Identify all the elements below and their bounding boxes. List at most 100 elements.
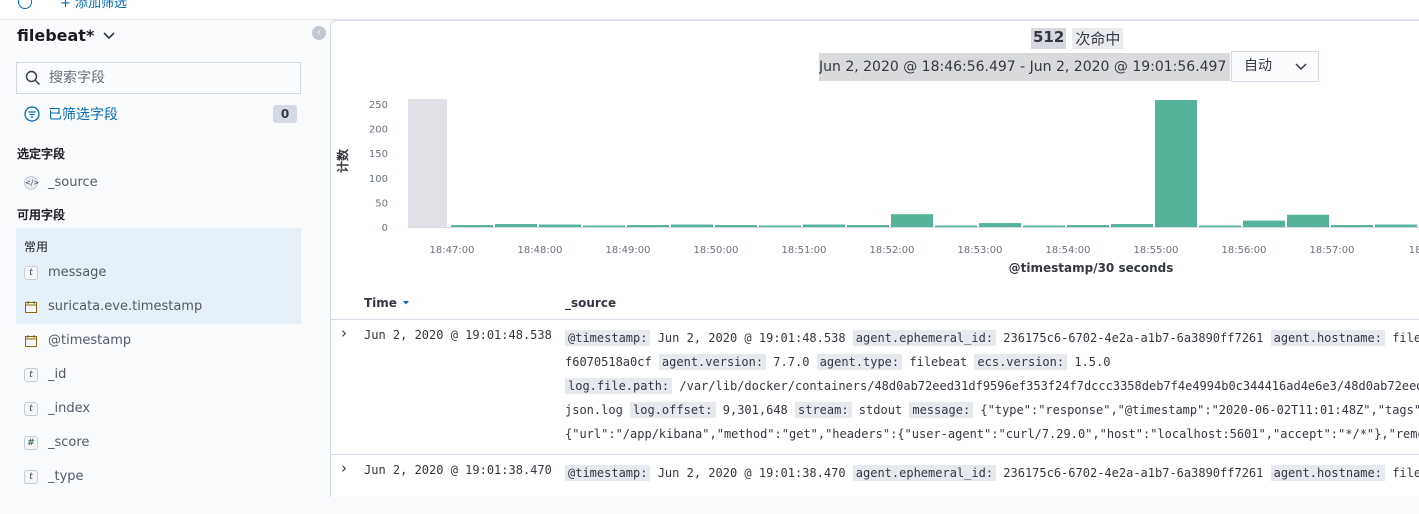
- index-pattern-label[interactable]: filebeat*: [17, 26, 94, 45]
- selected-fields-title: 选定字段: [17, 147, 66, 161]
- histogram-bar[interactable]: [583, 225, 625, 227]
- histogram-bar[interactable]: [847, 225, 889, 227]
- field-item-message[interactable]: t message: [24, 265, 106, 280]
- histogram-bar[interactable]: [935, 225, 977, 227]
- histogram-bar[interactable]: [1067, 225, 1109, 227]
- field-item-suricata-timestamp[interactable]: suricata.eve.timestamp: [24, 299, 202, 314]
- source-field-key: stream:: [795, 402, 852, 418]
- histogram-bar[interactable]: [1331, 225, 1373, 227]
- row-timestamp: Jun 2, 2020 @ 19:01:38.470: [364, 463, 552, 477]
- add-filter-label[interactable]: + 添加筛选: [60, 0, 127, 11]
- histogram-bar[interactable]: [715, 225, 757, 227]
- histogram-bar[interactable]: [759, 225, 801, 227]
- y-tick-label: 150: [369, 149, 388, 160]
- filter-options-icon[interactable]: [18, 0, 32, 9]
- x-tick-label: 18:57:00: [1310, 245, 1355, 256]
- string-type-icon: t: [24, 401, 38, 416]
- filtered-fields-toggle[interactable]: 已筛选字段: [24, 104, 118, 124]
- field-name[interactable]: _id: [48, 367, 66, 382]
- field-name[interactable]: _score: [48, 435, 89, 450]
- add-filter-link[interactable]: + 添加筛选: [18, 0, 127, 11]
- field-name[interactable]: message: [48, 265, 106, 280]
- field-name[interactable]: _index: [48, 401, 90, 416]
- source-field-key: @timestamp:: [565, 465, 651, 481]
- common-fields-title: 常用: [24, 240, 49, 254]
- histogram-bar[interactable]: [1243, 220, 1285, 227]
- histogram-bar[interactable]: [671, 224, 713, 227]
- histogram-bar[interactable]: [539, 224, 581, 227]
- histogram-bar[interactable]: [451, 225, 493, 227]
- source-line: {"url":"/app/kibana","method":"get","hea…: [565, 422, 1419, 446]
- chevron-down-icon[interactable]: [102, 31, 116, 41]
- source-field-value: 236175c6-6702-4e2a-a1b7-6a3890ff7261: [996, 331, 1271, 345]
- field-item-type[interactable]: t _type: [24, 469, 84, 484]
- field-item-score[interactable]: # _score: [24, 435, 89, 450]
- x-tick-label: 18:49:00: [606, 245, 651, 256]
- search-icon: [25, 70, 40, 85]
- field-name[interactable]: _type: [48, 469, 84, 484]
- index-pattern-selector[interactable]: filebeat*: [17, 26, 116, 45]
- field-item-source[interactable]: </> _source: [24, 175, 98, 190]
- field-sidebar: filebeat* ‹ 已筛选字段 0 选定字段 </> _source 可用字…: [0, 20, 330, 497]
- filter-icon: [24, 106, 40, 122]
- histogram-bar[interactable]: [1155, 99, 1197, 227]
- calendar-icon: [25, 334, 37, 347]
- string-type-icon: t: [24, 469, 38, 484]
- histogram-bar[interactable]: [1287, 214, 1329, 227]
- source-field-value: 9,301,648: [715, 403, 795, 417]
- interval-select[interactable]: 自动: [1231, 51, 1319, 82]
- expand-row-icon[interactable]: ›: [341, 459, 347, 477]
- field-item-timestamp[interactable]: @timestamp: [24, 333, 131, 348]
- field-name[interactable]: suricata.eve.timestamp: [48, 299, 202, 314]
- source-field-key: agent.ephemeral_id:: [852, 330, 997, 346]
- histogram-bar[interactable]: [627, 225, 669, 227]
- filtered-fields-label[interactable]: 已筛选字段: [48, 104, 118, 124]
- expand-row-icon[interactable]: ›: [341, 324, 347, 342]
- search-input[interactable]: [49, 70, 289, 86]
- x-tick-label: 18:50:00: [694, 245, 739, 256]
- x-tick-label: 18:47:00: [430, 245, 475, 256]
- source-line: log.file.path: /var/lib/docker/container…: [565, 374, 1419, 398]
- source-field-value: filebe: [1392, 466, 1419, 480]
- source-field-value: filebeat: [902, 355, 975, 369]
- source-field-value: 236175c6-6702-4e2a-a1b7-6a3890ff7261: [996, 466, 1271, 480]
- source-field-key: agent.hostname:: [1270, 465, 1385, 481]
- histogram-bar[interactable]: [979, 223, 1021, 227]
- histogram-bar[interactable]: [1375, 224, 1417, 227]
- source-line: json.log log.offset: 9,301,648 stream: s…: [565, 398, 1419, 422]
- chevron-down-icon[interactable]: [1294, 52, 1308, 81]
- field-name[interactable]: _source: [48, 175, 98, 190]
- document-row[interactable]: › Jun 2, 2020 @ 19:01:48.538 @timestamp: J…: [331, 319, 1419, 454]
- collapse-sidebar-icon[interactable]: ‹: [312, 26, 326, 40]
- time-column-header[interactable]: Time: [364, 296, 411, 310]
- x-tick-label: 18:5: [1409, 245, 1419, 256]
- document-row[interactable]: › Jun 2, 2020 @ 19:01:38.470 @timestamp: J…: [331, 454, 1419, 514]
- source-field-value: /var/lib/docker/containers/48d0ab72eed31…: [672, 379, 1419, 393]
- field-name[interactable]: @timestamp: [48, 333, 131, 348]
- source-line: @timestamp: Jun 2, 2020 @ 19:01:48.538 a…: [565, 326, 1419, 350]
- interval-value[interactable]: 自动: [1244, 58, 1272, 74]
- histogram-bar[interactable]: [495, 224, 537, 227]
- field-item-index[interactable]: t _index: [24, 401, 90, 416]
- histogram-bar[interactable]: [891, 214, 933, 227]
- x-tick-label: 18:48:00: [518, 245, 563, 256]
- source-field-value: json.log: [565, 403, 631, 417]
- histogram-bar[interactable]: [1199, 225, 1241, 227]
- string-type-icon: t: [24, 265, 38, 280]
- y-tick-label: 250: [369, 100, 388, 111]
- histogram-bar[interactable]: [1111, 224, 1153, 227]
- time-column-label[interactable]: Time: [364, 296, 397, 310]
- field-item-id[interactable]: t _id: [24, 367, 66, 382]
- field-search[interactable]: [16, 62, 301, 94]
- hit-count: 512 次命中: [1031, 28, 1124, 49]
- filtered-count-badge: 0: [273, 105, 297, 123]
- source-icon: </>: [24, 175, 39, 190]
- histogram-bar[interactable]: [1023, 225, 1065, 227]
- number-type-icon: #: [24, 435, 38, 450]
- y-tick-label: 100: [369, 174, 388, 185]
- string-type-icon: t: [24, 367, 38, 382]
- histogram-bar[interactable]: [803, 224, 845, 227]
- source-field-key: message:: [909, 402, 974, 418]
- row-timestamp: Jun 2, 2020 @ 19:01:48.538: [364, 328, 552, 342]
- sort-down-icon[interactable]: [401, 299, 411, 307]
